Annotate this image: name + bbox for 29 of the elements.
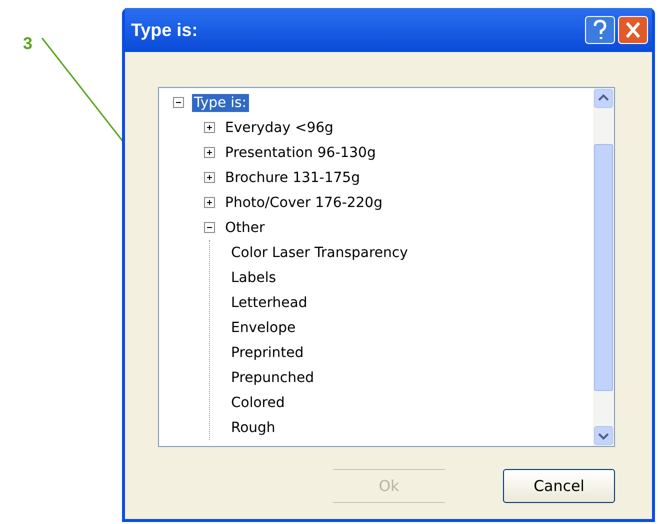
expand-icon[interactable]: [204, 122, 215, 133]
tree-item[interactable]: Labels: [229, 268, 278, 286]
collapse-icon[interactable]: [173, 97, 184, 108]
tree-item[interactable]: Other: [223, 218, 267, 236]
callout-number: 3: [23, 34, 32, 54]
expand-icon[interactable]: [204, 197, 215, 208]
tree-item[interactable]: Type is:: [192, 94, 249, 112]
expand-icon[interactable]: [204, 172, 215, 183]
expand-icon[interactable]: [204, 147, 215, 158]
scroll-up-icon[interactable]: [594, 89, 613, 108]
tree-item[interactable]: Preprinted: [229, 344, 306, 362]
tree-item[interactable]: Presentation 96-130g: [223, 144, 378, 162]
help-icon[interactable]: [585, 16, 615, 44]
tree-item[interactable]: Photo/Cover 176-220g: [223, 194, 384, 212]
scroll-down-icon[interactable]: [594, 426, 613, 445]
scroll-thumb[interactable]: [594, 144, 613, 390]
tree-item[interactable]: Colored: [229, 394, 287, 412]
tree-item[interactable]: Brochure 131-175g: [223, 168, 362, 186]
tree-item[interactable]: Color Laser Transparency: [229, 244, 410, 262]
close-icon[interactable]: [618, 16, 648, 44]
tree-item[interactable]: Prepunched: [229, 368, 316, 386]
tree-item[interactable]: Everyday <96g: [223, 118, 336, 136]
tree-item[interactable]: Rough: [229, 418, 278, 436]
dialog-button[interactable]: Cancel: [503, 469, 615, 503]
tree-item[interactable]: Letterhead: [229, 294, 310, 312]
collapse-icon[interactable]: [204, 222, 215, 233]
window-title: Type is:: [131, 20, 198, 40]
scrollbar[interactable]: [593, 88, 614, 446]
tree-item[interactable]: Envelope: [229, 318, 298, 336]
